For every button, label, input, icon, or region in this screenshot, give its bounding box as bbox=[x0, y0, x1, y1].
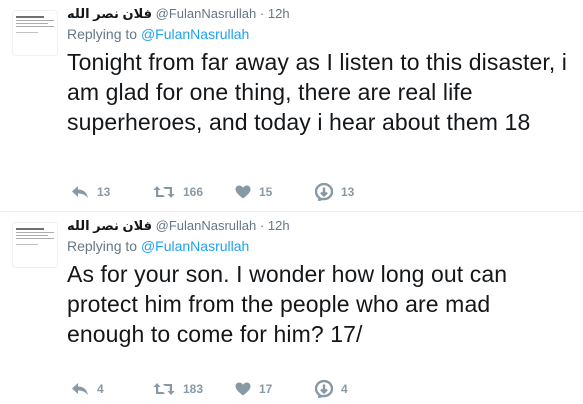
timestamp[interactable]: 12h bbox=[268, 218, 290, 233]
tweet[interactable]: فلان نصر الله @FulanNasrullah · 12h Repl… bbox=[0, 212, 583, 404]
like-button[interactable]: 17 bbox=[235, 382, 315, 396]
avatar[interactable] bbox=[12, 10, 58, 56]
heart-icon bbox=[235, 382, 251, 396]
tweet-actions: 4 183 17 4 bbox=[71, 379, 348, 399]
author-name[interactable]: فلان نصر الله bbox=[67, 218, 152, 233]
author-name[interactable]: فلان نصر الله bbox=[67, 6, 152, 21]
reply-button[interactable]: 4 bbox=[71, 382, 153, 396]
reply-icon bbox=[72, 186, 88, 198]
like-count: 15 bbox=[259, 185, 273, 199]
avatar[interactable] bbox=[12, 222, 58, 268]
replying-prefix: Replying to bbox=[67, 26, 138, 42]
retweet-icon bbox=[153, 383, 175, 395]
replying-prefix: Replying to bbox=[67, 238, 138, 254]
author-handle[interactable]: @FulanNasrullah bbox=[156, 6, 257, 21]
retweet-button[interactable]: 166 bbox=[153, 185, 235, 199]
retweet-count: 183 bbox=[183, 382, 204, 396]
tweet[interactable]: فلان نصر الله @FulanNasrullah · 12h Repl… bbox=[0, 0, 583, 212]
replying-to: Replying to @FulanNasrullah bbox=[67, 237, 249, 255]
message-button[interactable]: 4 bbox=[315, 380, 348, 398]
like-count: 17 bbox=[259, 382, 273, 396]
message-count: 13 bbox=[341, 185, 355, 199]
tweet-text: Tonight from far away as I listen to thi… bbox=[67, 49, 568, 135]
tweet-text: As for your son. I wonder how long out c… bbox=[67, 261, 508, 347]
replying-to-link[interactable]: @FulanNasrullah bbox=[141, 238, 249, 254]
separator: · bbox=[259, 6, 265, 21]
retweet-button[interactable]: 183 bbox=[153, 382, 235, 396]
message-icon bbox=[315, 380, 333, 398]
timestamp[interactable]: 12h bbox=[268, 6, 290, 21]
retweet-count: 166 bbox=[183, 185, 204, 199]
author-handle[interactable]: @FulanNasrullah bbox=[156, 218, 257, 233]
reply-icon bbox=[72, 383, 88, 395]
replying-to-link[interactable]: @FulanNasrullah bbox=[141, 26, 249, 42]
reply-count: 4 bbox=[97, 382, 104, 396]
separator: · bbox=[259, 218, 265, 233]
reply-count: 13 bbox=[97, 185, 111, 199]
message-icon bbox=[315, 183, 333, 201]
tweet-header: فلان نصر الله @FulanNasrullah · 12h bbox=[67, 218, 290, 234]
tweet-header: فلان نصر الله @FulanNasrullah · 12h bbox=[67, 6, 290, 22]
tweet-actions: 13 166 15 13 bbox=[71, 182, 354, 202]
heart-icon bbox=[235, 185, 251, 199]
message-button[interactable]: 13 bbox=[315, 183, 354, 201]
message-count: 4 bbox=[341, 382, 348, 396]
replying-to: Replying to @FulanNasrullah bbox=[67, 25, 249, 43]
like-button[interactable]: 15 bbox=[235, 185, 315, 199]
retweet-icon bbox=[153, 186, 175, 198]
reply-button[interactable]: 13 bbox=[71, 185, 153, 199]
